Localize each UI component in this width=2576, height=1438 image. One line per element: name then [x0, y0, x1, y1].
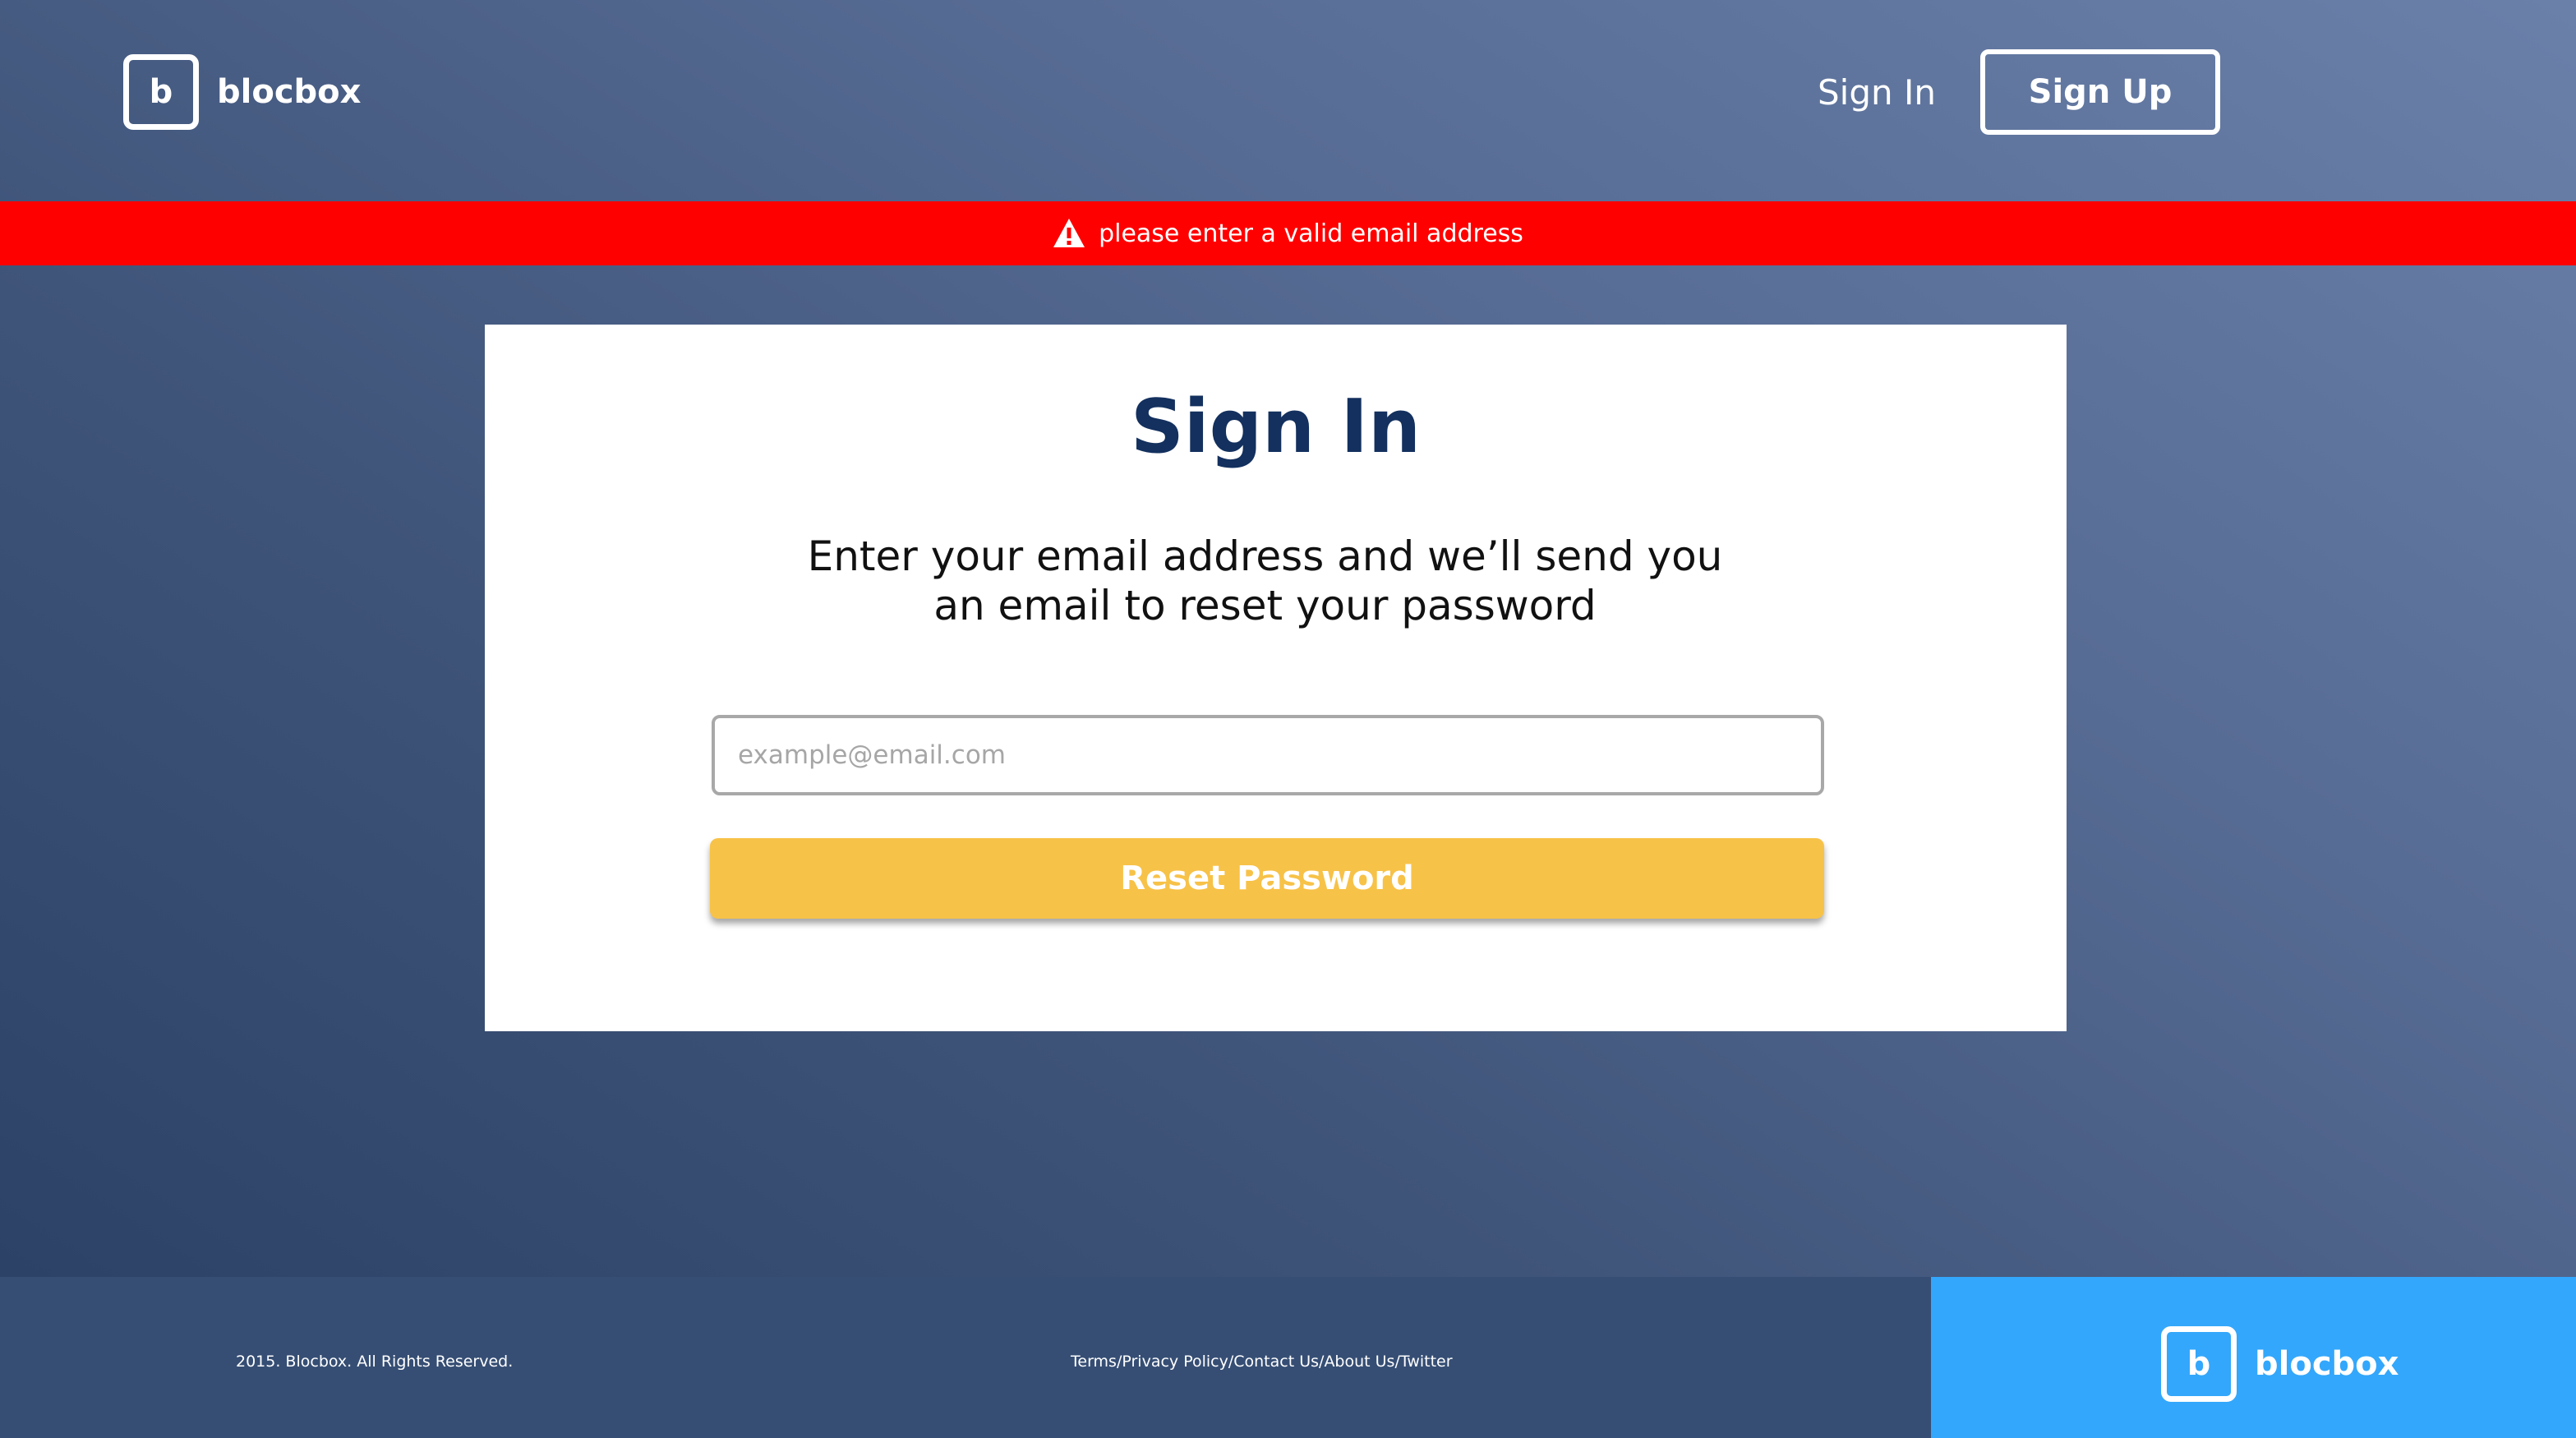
error-alert-bar: please enter a valid email address [0, 201, 2576, 265]
footer-link-privacy[interactable]: Privacy Policy [1122, 1353, 1228, 1371]
footer-link-twitter[interactable]: Twitter [1400, 1353, 1453, 1371]
signin-card: Sign In Enter your email address and we’… [485, 325, 2067, 1031]
logo-mark: b [123, 54, 199, 130]
logo-text: blocbox [217, 73, 362, 111]
footer-logo-mark: b [2161, 1326, 2237, 1402]
card-description: Enter your email address and we’ll send … [807, 532, 1723, 629]
alert-message: please enter a valid email address [1099, 219, 1523, 248]
footer-logo[interactable]: b blocbox [2161, 1326, 2399, 1402]
footer-brand-panel: b blocbox [1931, 1277, 2576, 1438]
email-input[interactable] [712, 715, 1824, 795]
footer-links: Terms / Privacy Policy / Contact Us / Ab… [1071, 1353, 1453, 1371]
nav-signup-button[interactable]: Sign Up [1980, 49, 2220, 135]
footer-logo-text: blocbox [2255, 1345, 2399, 1383]
footer-link-contact[interactable]: Contact Us [1233, 1353, 1319, 1371]
warning-icon [1053, 219, 1085, 247]
footer-link-about[interactable]: About Us [1324, 1353, 1394, 1371]
footer-copyright: 2015. Blocbox. All Rights Reserved. [236, 1353, 514, 1371]
nav-signin-link[interactable]: Sign In [1818, 72, 1936, 113]
footer: 2015. Blocbox. All Rights Reserved. Term… [0, 1277, 1931, 1438]
card-title: Sign In [1130, 384, 1422, 470]
header-logo[interactable]: b blocbox [123, 54, 361, 130]
reset-password-button[interactable]: Reset Password [710, 838, 1824, 919]
footer-link-terms[interactable]: Terms [1071, 1353, 1117, 1371]
